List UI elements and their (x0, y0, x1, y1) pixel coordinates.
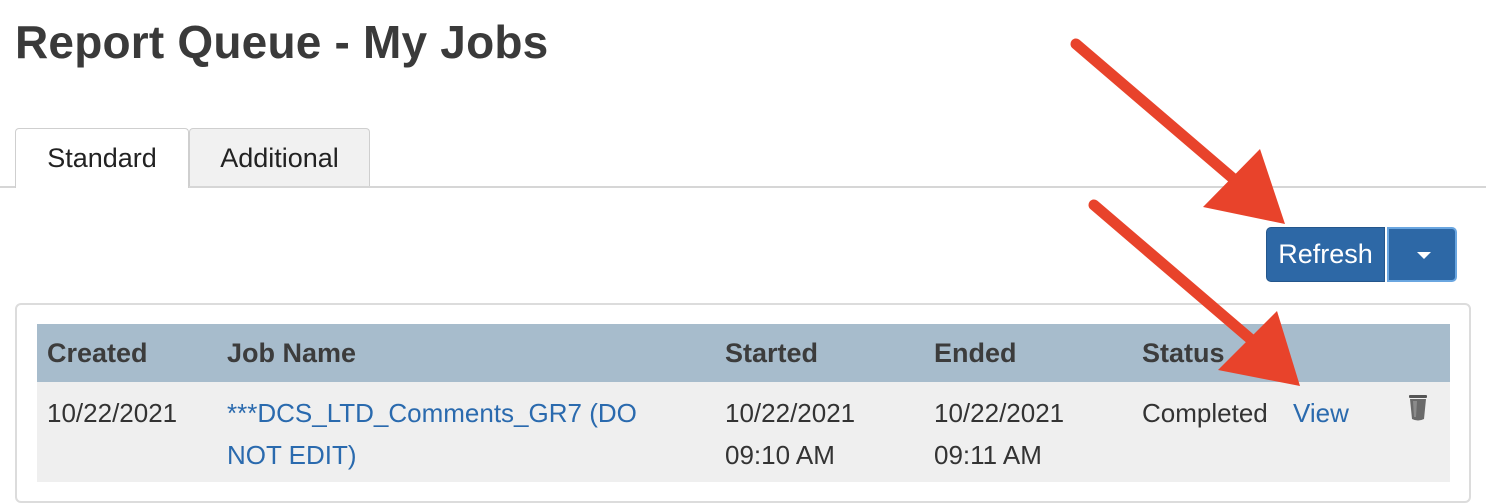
started-date: 10/22/2021 (725, 398, 856, 428)
arrow-to-refresh-icon (1070, 38, 1285, 224)
column-header-job-name[interactable]: Job Name (227, 324, 356, 382)
refresh-button[interactable]: Refresh (1266, 227, 1385, 282)
tab-additional[interactable]: Additional (189, 128, 370, 186)
page-title: Report Queue - My Jobs (15, 16, 549, 68)
tabs-divider (0, 186, 1486, 188)
job-name-line2[interactable]: NOT EDIT) (227, 434, 637, 476)
column-header-status[interactable]: Status (1142, 324, 1225, 382)
view-link[interactable]: View (1293, 392, 1349, 434)
refresh-dropdown-button[interactable] (1387, 227, 1457, 282)
cell-status: Completed (1142, 398, 1268, 428)
column-header-created[interactable]: Created (47, 324, 148, 382)
column-header-ended[interactable]: Ended (934, 324, 1017, 382)
tab-standard[interactable]: Standard (15, 128, 189, 188)
started-time: 09:10 AM (725, 440, 835, 470)
ended-time: 09:11 AM (934, 440, 1042, 470)
job-name-link[interactable]: ***DCS_LTD_Comments_GR7 (DO NOT EDIT) (227, 392, 637, 476)
trash-icon[interactable] (1405, 392, 1431, 422)
caret-down-icon (1417, 252, 1431, 259)
cell-created: 10/22/2021 (47, 398, 178, 428)
column-header-started[interactable]: Started (725, 324, 818, 382)
cell-ended: 10/22/2021 09:11 AM (934, 392, 1064, 476)
ended-date: 10/22/2021 (934, 398, 1065, 428)
cell-started: 10/22/2021 09:10 AM (725, 392, 855, 476)
job-name-line1[interactable]: ***DCS_LTD_Comments_GR7 (DO (227, 392, 637, 434)
